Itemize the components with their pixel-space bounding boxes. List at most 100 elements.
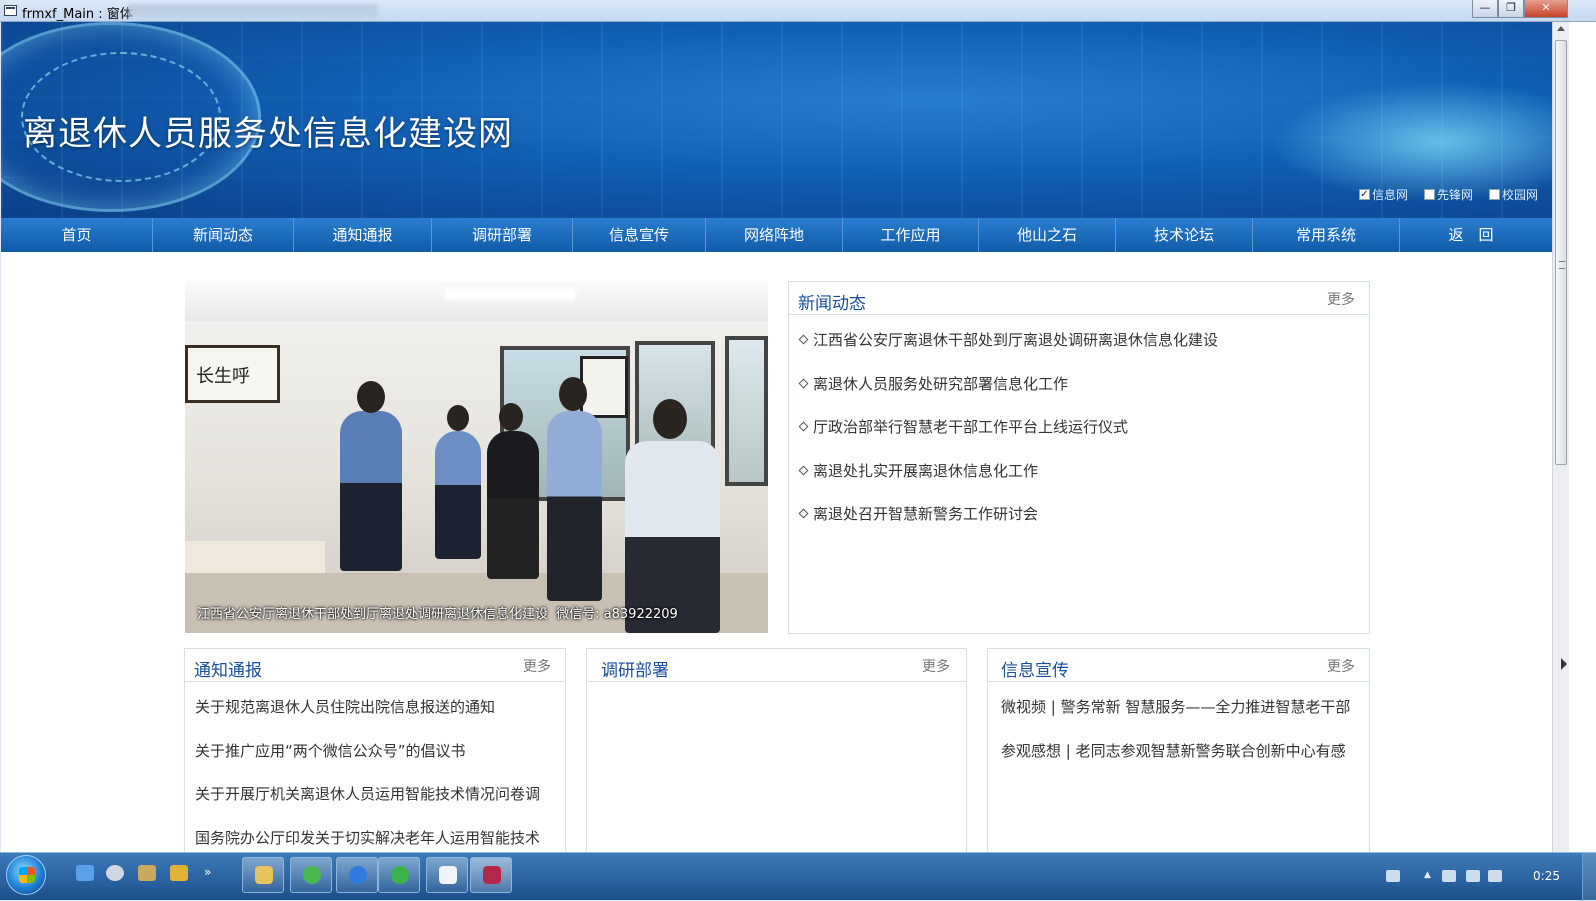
photo-person-head [357, 381, 385, 413]
quicklaunch-disc-icon[interactable] [106, 865, 124, 881]
notices-more-link[interactable]: 更多 [523, 656, 551, 676]
news-link[interactable]: 离退休人员服务处研究部署信息化工作 [813, 375, 1068, 393]
taskbar-active-app-button[interactable] [470, 857, 512, 893]
list-item[interactable]: 江西省公安厅离退休干部处到厅离退处调研离退休信息化建设 [789, 327, 1369, 371]
news-link[interactable]: 离退处召开智慧新警务工作研讨会 [813, 505, 1038, 523]
photo-person-head [653, 399, 687, 439]
news-more-link[interactable]: 更多 [1327, 289, 1355, 309]
nav-publicity[interactable]: 信息宣传 [573, 218, 706, 252]
tray-expand-icon[interactable]: ▲ [1424, 870, 1432, 882]
photo-ceiling-light [445, 289, 575, 299]
folder-icon [255, 866, 273, 884]
publicity-more-link[interactable]: 更多 [1327, 656, 1355, 676]
quicklaunch-lock-icon[interactable] [170, 865, 188, 881]
show-desktop-button[interactable] [1582, 853, 1596, 901]
slide-watermark: 微信号: a83922209 [556, 607, 678, 622]
photo-wall-frame [580, 356, 628, 418]
network-switch-group: ✓ 信息网 先锋网 校园网 [1358, 186, 1538, 203]
research-panel-title[interactable]: 调研部署 [601, 656, 669, 681]
list-item[interactable]: 离退处扎实开展离退休信息化工作 [789, 458, 1369, 502]
publicity-link[interactable]: 参观感想 | 老同志参观智慧新警务联合创新中心有感 [988, 738, 1369, 782]
news-link[interactable]: 厅政治部举行智慧老干部工作平台上线运行仪式 [813, 418, 1128, 436]
keyboard-icon[interactable] [1386, 870, 1400, 882]
document-icon [439, 866, 457, 884]
publicity-panel-title[interactable]: 信息宣传 [1001, 656, 1069, 681]
usb-icon[interactable] [1442, 870, 1456, 882]
volume-icon[interactable] [1466, 870, 1480, 882]
nav-home[interactable]: 首页 [1, 218, 153, 252]
taskbar-app-button[interactable] [336, 857, 378, 893]
network-option-xinxi[interactable]: ✓ 信息网 [1358, 186, 1408, 203]
photo-person-blue-shirt [547, 411, 602, 601]
publicity-link[interactable]: 微视频 | 警务常新 智慧服务——全力推进智慧老干部 [988, 694, 1369, 738]
news-panel: 新闻动态 更多 江西省公安厅离退休干部处到厅离退处调研离退休信息化建设 离退休人… [788, 281, 1370, 634]
diamond-bullet-icon [798, 334, 809, 345]
close-icon[interactable]: ✕ [1524, 0, 1568, 18]
window-title-redacted [128, 4, 378, 17]
photo-person-head [447, 405, 469, 431]
banner-glow-decoration [1272, 82, 1552, 202]
nav-tech-forum[interactable]: 技术论坛 [1116, 218, 1253, 252]
publicity-panel-header: 信息宣传 更多 [988, 649, 1369, 682]
quicklaunch-network-icon[interactable] [76, 865, 94, 881]
notices-panel: 通知通报 更多 关于规范离退休人员住院出院信息报送的通知 关于推广应用“两个微信… [184, 648, 566, 852]
photo-window [725, 336, 768, 486]
taskbar-document-button[interactable] [426, 857, 468, 893]
notice-link[interactable]: 国务院办公厅印发关于切实解决老年人运用智能技术 [185, 825, 565, 853]
taskbar-explorer-button[interactable] [242, 857, 284, 893]
research-panel: 调研部署 更多 [586, 648, 967, 852]
photo-person-black-shirt [487, 431, 539, 579]
taskbar-browser-button[interactable] [290, 857, 332, 893]
network-option-label: 校园网 [1501, 188, 1538, 202]
nav-work-apps[interactable]: 工作应用 [843, 218, 979, 252]
research-more-link[interactable]: 更多 [922, 656, 950, 676]
nav-news[interactable]: 新闻动态 [153, 218, 294, 252]
photo-ceiling [185, 281, 768, 321]
vertical-scrollbar[interactable] [1552, 22, 1569, 852]
quicklaunch-users-icon[interactable] [138, 865, 156, 881]
notice-link[interactable]: 关于推广应用“两个微信公众号”的倡议书 [185, 738, 565, 782]
research-panel-header: 调研部署 更多 [587, 649, 966, 682]
notice-link[interactable]: 关于开展厅机关离退休人员运用智能技术情况问卷调 [185, 781, 565, 825]
nav-common-systems[interactable]: 常用系统 [1253, 218, 1400, 252]
network-option-xianfeng[interactable]: 先锋网 [1423, 186, 1473, 203]
list-item[interactable]: 离退处召开智慧新警务工作研讨会 [789, 501, 1369, 545]
notices-panel-title[interactable]: 通知通报 [194, 656, 262, 681]
photo-person-head [499, 403, 523, 431]
wechat-icon [391, 866, 409, 884]
window-controls: — ❐ ✕ [1472, 0, 1568, 18]
list-item[interactable]: 离退休人员服务处研究部署信息化工作 [789, 371, 1369, 415]
nav-other-mountains[interactable]: 他山之石 [979, 218, 1116, 252]
network-option-xiaoyuan[interactable]: 校园网 [1488, 186, 1538, 203]
diamond-bullet-icon [798, 421, 809, 432]
browser-icon [303, 866, 321, 884]
taskbar-wechat-button[interactable] [378, 857, 420, 893]
checkbox-icon[interactable] [1423, 189, 1435, 200]
notice-link[interactable]: 关于规范离退休人员住院出院信息报送的通知 [185, 694, 565, 738]
photo-person-officer [435, 431, 481, 559]
news-link[interactable]: 离退处扎实开展离退休信息化工作 [813, 462, 1038, 480]
nav-notices[interactable]: 通知通报 [294, 218, 432, 252]
publicity-panel: 信息宣传 更多 微视频 | 警务常新 智慧服务——全力推进智慧老干部 参观感想 … [987, 648, 1370, 852]
checkbox-icon[interactable] [1488, 189, 1500, 200]
restore-icon[interactable]: ❐ [1498, 0, 1524, 18]
list-item[interactable]: 厅政治部举行智慧老干部工作平台上线运行仪式 [789, 414, 1369, 458]
network-tray-icon[interactable] [1488, 870, 1502, 882]
news-link[interactable]: 江西省公安厅离退休干部处到厅离退处调研离退休信息化建设 [813, 331, 1218, 349]
news-list: 江西省公安厅离退休干部处到厅离退处调研离退休信息化建设 离退休人员服务处研究部署… [789, 315, 1369, 545]
checkbox-checked-icon[interactable]: ✓ [1358, 189, 1370, 200]
system-tray: ▲ [1376, 853, 1596, 901]
nav-network[interactable]: 网络阵地 [706, 218, 843, 252]
network-option-label: 先锋网 [1436, 188, 1473, 202]
taskbar-clock[interactable]: 0:25 [1533, 869, 1560, 883]
start-button[interactable] [6, 855, 46, 895]
nav-research[interactable]: 调研部署 [432, 218, 573, 252]
news-slideshow[interactable]: 长生呼 江西省公安厅离退休干部处到厅离退处调研离退休信息化建设 微信号: a83… [185, 281, 768, 633]
scroll-up-arrow-icon[interactable] [1557, 26, 1565, 31]
news-panel-title[interactable]: 新闻动态 [798, 289, 866, 314]
quicklaunch-overflow-icon[interactable]: » [204, 865, 214, 881]
window-title: frmxf_Main : 窗体 [22, 7, 133, 22]
nav-back[interactable]: 返 回 [1400, 218, 1542, 252]
minimize-icon[interactable]: — [1472, 0, 1498, 18]
scrollbar-thumb[interactable] [1555, 40, 1567, 465]
